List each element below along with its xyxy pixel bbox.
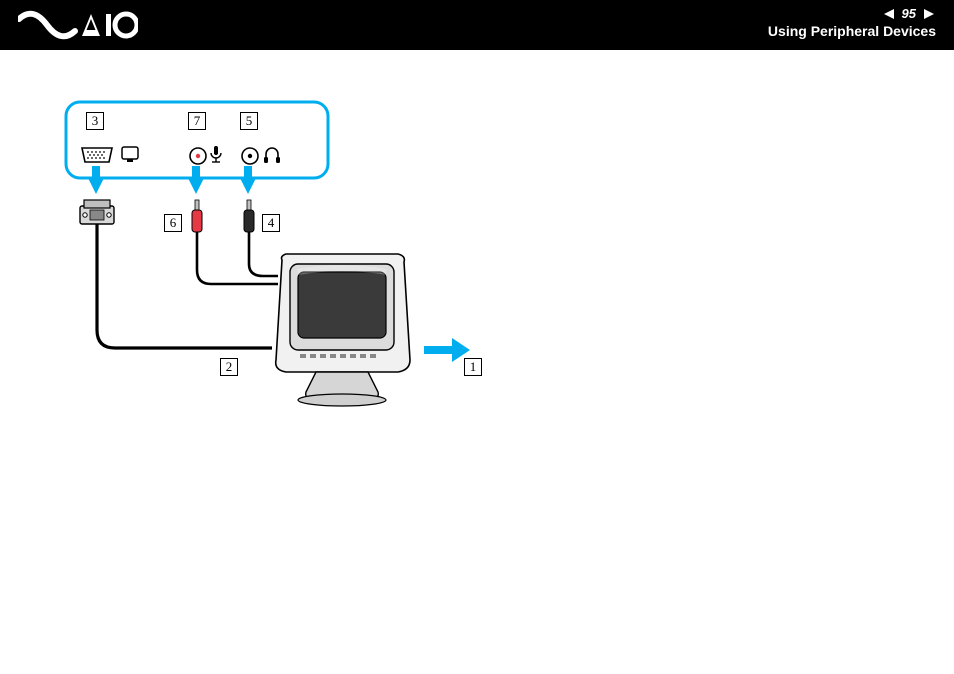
prev-page-arrow-icon[interactable] xyxy=(882,8,896,20)
headphone-jack-icon xyxy=(242,148,258,164)
header-bar: 95 Using Peripheral Devices xyxy=(0,0,954,50)
callout-7: 7 xyxy=(188,112,206,130)
display-cable xyxy=(97,224,272,348)
callout-4: 4 xyxy=(262,214,280,232)
page-root: 95 Using Peripheral Devices xyxy=(0,0,954,674)
arrow-up-icon xyxy=(88,166,256,194)
callout-5: 5 xyxy=(240,112,258,130)
page-number: 95 xyxy=(902,6,916,21)
callout-2: 2 xyxy=(220,358,238,376)
section-title: Using Peripheral Devices xyxy=(768,23,936,39)
headphones-icon xyxy=(264,148,280,163)
callout-6: 6 xyxy=(164,214,182,232)
vaio-logo xyxy=(18,10,138,40)
connection-diagram: 3 7 5 6 4 2 1 xyxy=(64,100,494,410)
header-nav: 95 Using Peripheral Devices xyxy=(768,6,936,39)
vga-connector-icon xyxy=(80,200,114,224)
microphone-icon xyxy=(211,146,221,162)
callout-1: 1 xyxy=(464,358,482,376)
audio-plug-icon xyxy=(244,200,254,232)
vga-port-icon xyxy=(82,148,112,162)
audio-cable xyxy=(249,232,278,276)
audio-plug-icon xyxy=(192,200,202,232)
next-page-arrow-icon[interactable] xyxy=(922,8,936,20)
crt-monitor-icon xyxy=(276,254,410,406)
callout-3: 3 xyxy=(86,112,104,130)
mic-jack-icon xyxy=(190,148,206,164)
monitor-mini-icon xyxy=(122,147,138,162)
